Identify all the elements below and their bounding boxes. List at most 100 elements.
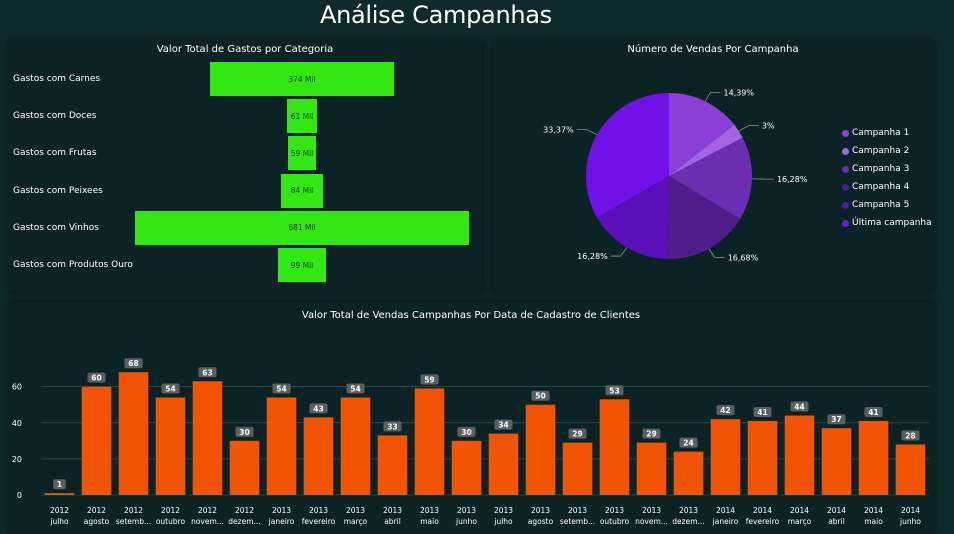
x-tick-year: 2013 <box>420 506 439 515</box>
legend-item[interactable]: Campanha 2 <box>842 142 932 160</box>
x-tick-month: junho <box>899 517 921 526</box>
x-tick-year: 2014 <box>864 506 883 515</box>
x-tick-month: fevereiro <box>746 517 780 526</box>
x-tick-month: dezem... <box>672 517 704 526</box>
x-tick-year: 2013 <box>494 506 513 515</box>
bar[interactable] <box>747 420 778 495</box>
bar[interactable] <box>340 397 371 496</box>
x-tick-month: novem... <box>635 517 668 526</box>
legend-item[interactable]: Campanha 3 <box>842 160 932 178</box>
x-tick-year: 2013 <box>383 506 402 515</box>
gastos-categoria-panel[interactable]: Valor Total de Gastos por Categoria Gast… <box>8 40 482 292</box>
x-tick-month: abril <box>828 517 845 526</box>
funnel-bar[interactable]: 84 Mil <box>281 173 323 208</box>
legend-item[interactable]: Campanha 1 <box>842 124 932 142</box>
legend-item[interactable]: Última campanha <box>842 214 932 232</box>
x-tick-year: 2013 <box>642 506 661 515</box>
funnel-bar[interactable]: 61 Mil <box>287 99 317 134</box>
funnel-bar-value-label: 681 Mil <box>288 223 316 233</box>
bar[interactable] <box>44 493 75 495</box>
x-tick-month: junho <box>455 517 477 526</box>
data-label: 28 <box>905 431 915 440</box>
pie-leader-line <box>576 129 598 135</box>
funnel-bar[interactable]: 681 Mil <box>135 210 469 245</box>
x-tick-month: outubro <box>156 517 186 526</box>
bar[interactable] <box>118 372 149 495</box>
y-tick-label: 20 <box>12 455 22 464</box>
bar[interactable] <box>599 399 630 495</box>
legend-label: Última campanha <box>852 218 932 228</box>
bar[interactable] <box>858 420 889 495</box>
data-label: 54 <box>276 385 286 394</box>
bar[interactable] <box>81 386 112 495</box>
vendas-campanha-panel[interactable]: Número de Vendas Por Campanha 14,39% 3% 16… <box>493 40 933 292</box>
bar[interactable] <box>895 444 926 495</box>
pie-leader-line <box>610 247 628 257</box>
legend-swatch <box>842 129 849 137</box>
funnel-category-label: Gastos com Doces <box>13 111 97 122</box>
x-tick-month: janeiro <box>268 517 295 526</box>
legend-label: Campanha 3 <box>852 164 910 174</box>
legend-swatch <box>842 201 849 209</box>
pie-slice-label: 14,39% <box>723 88 754 97</box>
legend-label: Campanha 1 <box>852 128 910 138</box>
x-tick-month: julho <box>493 517 513 526</box>
legend-label: Campanha 2 <box>852 146 910 156</box>
x-tick-month: janeiro <box>712 517 739 526</box>
x-tick-month: dezem... <box>228 517 260 526</box>
bar[interactable] <box>451 440 482 495</box>
bar[interactable] <box>710 419 741 495</box>
data-label: 24 <box>683 439 693 448</box>
legend-item[interactable]: Campanha 4 <box>842 178 932 196</box>
bar[interactable] <box>414 388 445 495</box>
funnel-bar[interactable]: 59 Mil <box>287 136 317 171</box>
vendas-data-cadastro-panel[interactable]: Valor Total de Vendas Campanhas Por Data… <box>8 302 934 532</box>
bar[interactable] <box>303 417 334 495</box>
x-tick-year: 2012 <box>124 506 143 515</box>
x-tick-month: agosto <box>528 517 554 526</box>
pie-leader-line <box>704 91 721 102</box>
y-tick-label: 60 <box>12 383 22 392</box>
data-label: 54 <box>165 385 175 394</box>
bar[interactable] <box>784 415 815 495</box>
bar[interactable] <box>525 404 556 495</box>
pie-slice-label: 16,28% <box>577 252 608 261</box>
bar[interactable] <box>636 442 667 495</box>
data-label: 54 <box>350 385 360 394</box>
data-label: 33 <box>387 422 397 431</box>
data-label: 59 <box>424 375 434 384</box>
bar[interactable] <box>229 440 260 495</box>
x-tick-year: 2014 <box>790 506 809 515</box>
data-label: 34 <box>498 421 508 430</box>
data-label: 68 <box>128 359 138 368</box>
funnel-category-label: Gastos com Peixees <box>13 185 103 196</box>
data-label: 44 <box>794 403 804 412</box>
data-label: 42 <box>720 406 730 415</box>
funnel-category-label: Gastos com Vinhos <box>13 222 99 233</box>
funnel-category-label: Gastos com Carnes <box>13 74 101 84</box>
bar[interactable] <box>192 381 223 495</box>
x-tick-year: 2012 <box>50 506 69 515</box>
pie-chart: 14,39% 3% 16,28% 16,68% 16,28% 33,37% <box>543 88 808 262</box>
x-tick-month: março <box>788 517 812 526</box>
funnel-bar[interactable]: 374 Mil <box>210 62 394 96</box>
x-tick-month: março <box>344 517 368 526</box>
bar[interactable] <box>488 433 519 495</box>
data-label: 29 <box>572 430 582 439</box>
funnel-bar[interactable]: 99 Mil <box>277 248 327 282</box>
bar[interactable] <box>377 435 408 495</box>
funnel-bar-value-label: 374 Mil <box>288 74 316 84</box>
bar[interactable] <box>673 451 704 495</box>
legend-label: Campanha 5 <box>852 200 910 210</box>
bar[interactable] <box>821 428 852 495</box>
data-label: 41 <box>757 408 767 417</box>
x-tick-year: 2013 <box>679 506 698 515</box>
x-tick-year: 2013 <box>568 506 587 515</box>
x-tick-year: 2012 <box>161 506 180 515</box>
bar[interactable] <box>266 397 297 496</box>
bar[interactable] <box>562 442 593 495</box>
bar[interactable] <box>155 397 186 496</box>
pie-leader-line <box>708 248 725 258</box>
x-tick-year: 2013 <box>272 506 291 515</box>
legend-item[interactable]: Campanha 5 <box>842 196 932 214</box>
